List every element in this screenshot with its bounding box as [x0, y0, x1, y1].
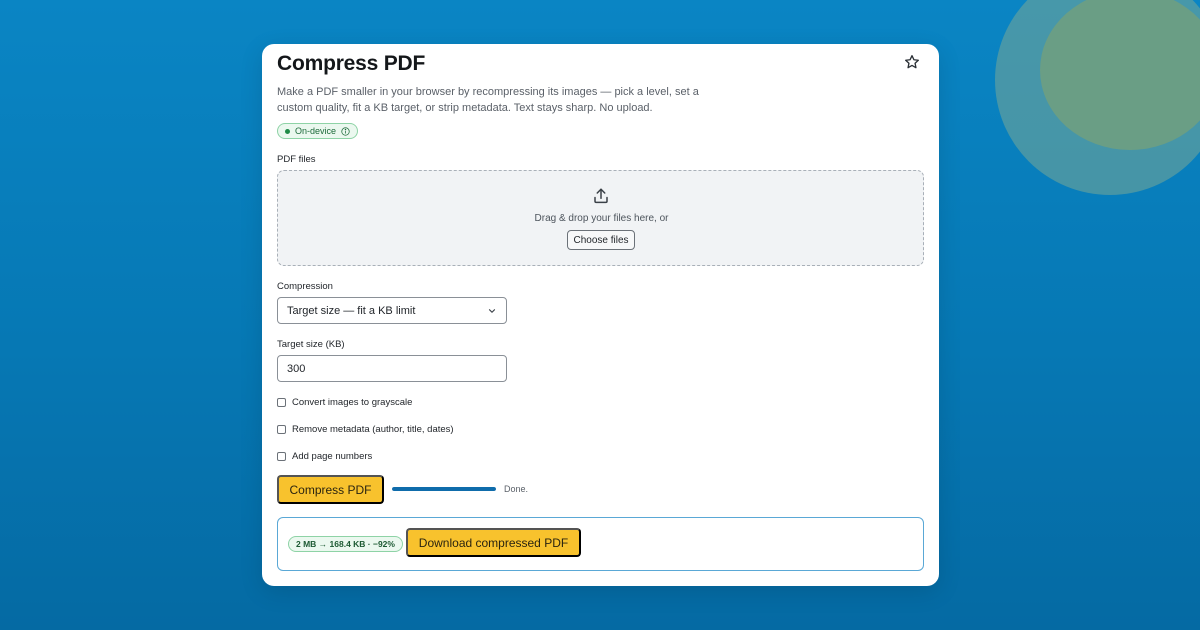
chevron-down-icon — [488, 308, 496, 313]
page-numbers-checkbox[interactable] — [277, 452, 286, 461]
size-summary-badge: 2 MB → 168.4 KB · −92% — [288, 536, 403, 552]
target-size-input[interactable]: 300 — [277, 355, 507, 382]
compression-selected-value: Target size — fit a KB limit — [287, 304, 416, 317]
metadata-option[interactable]: Remove metadata (author, title, dates) — [277, 424, 454, 435]
badge-label: On-device — [295, 126, 337, 136]
compress-button[interactable]: Compress PDF — [277, 475, 384, 504]
tool-description: Make a PDF smaller in your browser by re… — [277, 86, 699, 114]
upload-icon — [594, 188, 608, 204]
target-size-value: 300 — [287, 362, 306, 375]
progress-fill — [392, 487, 496, 491]
metadata-label: Remove metadata (author, title, dates) — [292, 424, 454, 435]
page-numbers-option[interactable]: Add page numbers — [277, 451, 372, 462]
progress-status: Done. — [504, 484, 529, 494]
page-title: Compress PDF — [277, 52, 426, 75]
target-size-label: Target size (KB) — [277, 339, 345, 350]
metadata-checkbox[interactable] — [277, 425, 286, 434]
compression-select[interactable]: Target size — fit a KB limit — [277, 297, 507, 324]
dropzone-text: Drag & drop your files here, or — [534, 213, 669, 224]
grayscale-label: Convert images to grayscale — [292, 397, 413, 408]
choose-files-button[interactable]: Choose files — [567, 230, 635, 250]
compress-pdf-card: Compress PDF Make a PDF smaller in your … — [262, 44, 939, 586]
grayscale-checkbox[interactable] — [277, 398, 286, 407]
result-panel: 2 MB → 168.4 KB · −92% Download compress… — [277, 517, 924, 571]
pdf-files-label: PDF files — [277, 154, 316, 165]
status-dot-icon — [285, 128, 290, 134]
on-device-badge: On-device — [277, 123, 359, 139]
download-button[interactable]: Download compressed PDF — [406, 528, 581, 557]
file-dropzone[interactable]: Drag & drop your files here, or Choose f… — [277, 170, 924, 266]
star-icon[interactable] — [904, 54, 920, 70]
page-numbers-label: Add page numbers — [292, 451, 373, 462]
grayscale-option[interactable]: Convert images to grayscale — [277, 397, 412, 408]
progress-bar — [392, 487, 496, 491]
compression-label: Compression — [277, 281, 333, 292]
info-icon[interactable] — [341, 126, 350, 136]
